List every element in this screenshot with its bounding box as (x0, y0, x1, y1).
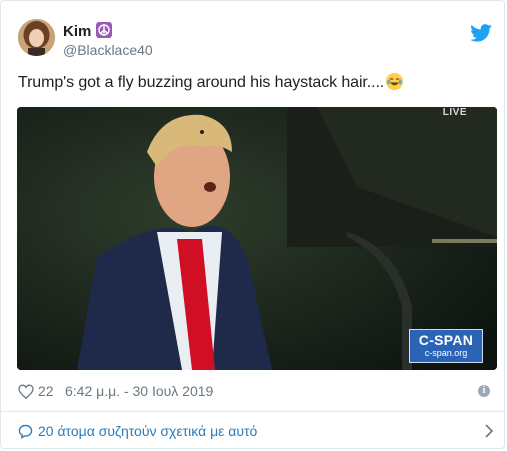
card-divider (1, 411, 504, 412)
tweet-timestamp[interactable]: 6:42 μ.μ. - 30 Ιουλ 2019 (65, 383, 213, 399)
live-indicator: LIVE (442, 107, 467, 118)
author-names: Kim @Blacklace40 (63, 22, 153, 59)
like-count[interactable]: 22 (38, 383, 54, 399)
tweet-text: Trump's got a fly buzzing around his hay… (18, 73, 404, 93)
peace-symbol-icon (96, 22, 113, 38)
embedded-tweet-card: Kim @Blacklace40 Trump's got a fly buzzi… (0, 0, 505, 449)
discussion-link[interactable]: 20 άτομα συζητούν σχετικά με αυτό (18, 423, 494, 441)
cspan-watermark-url: c-span.org (424, 348, 468, 358)
display-name-text[interactable]: Kim (63, 23, 91, 40)
author-handle[interactable]: @Blacklace40 (63, 41, 153, 59)
cspan-watermark-title: C-SPAN (418, 332, 474, 348)
tweet-meta-row: 22 6:42 μ.μ. - 30 Ιουλ 2019 i (18, 383, 492, 401)
tweet-media-video[interactable]: LIVE C-SPAN c-span.org (17, 107, 497, 370)
info-icon[interactable]: i (478, 385, 490, 397)
heart-icon[interactable] (18, 384, 34, 399)
comment-bubble-icon (18, 424, 33, 439)
cspan-watermark: C-SPAN c-span.org (409, 329, 483, 363)
discussion-label[interactable]: 20 άτομα συζητούν σχετικά με αυτό (38, 423, 257, 440)
chevron-right-icon[interactable] (484, 423, 494, 439)
twitter-bird-icon[interactable] (470, 24, 492, 42)
author-display-name[interactable]: Kim (63, 22, 153, 41)
tweet-header: Kim @Blacklace40 (18, 19, 492, 59)
tweet-text-content: Trump's got a fly buzzing around his hay… (18, 74, 385, 91)
face-with-tears-of-joy-emoji-icon (386, 73, 404, 90)
author-avatar[interactable] (18, 19, 55, 56)
